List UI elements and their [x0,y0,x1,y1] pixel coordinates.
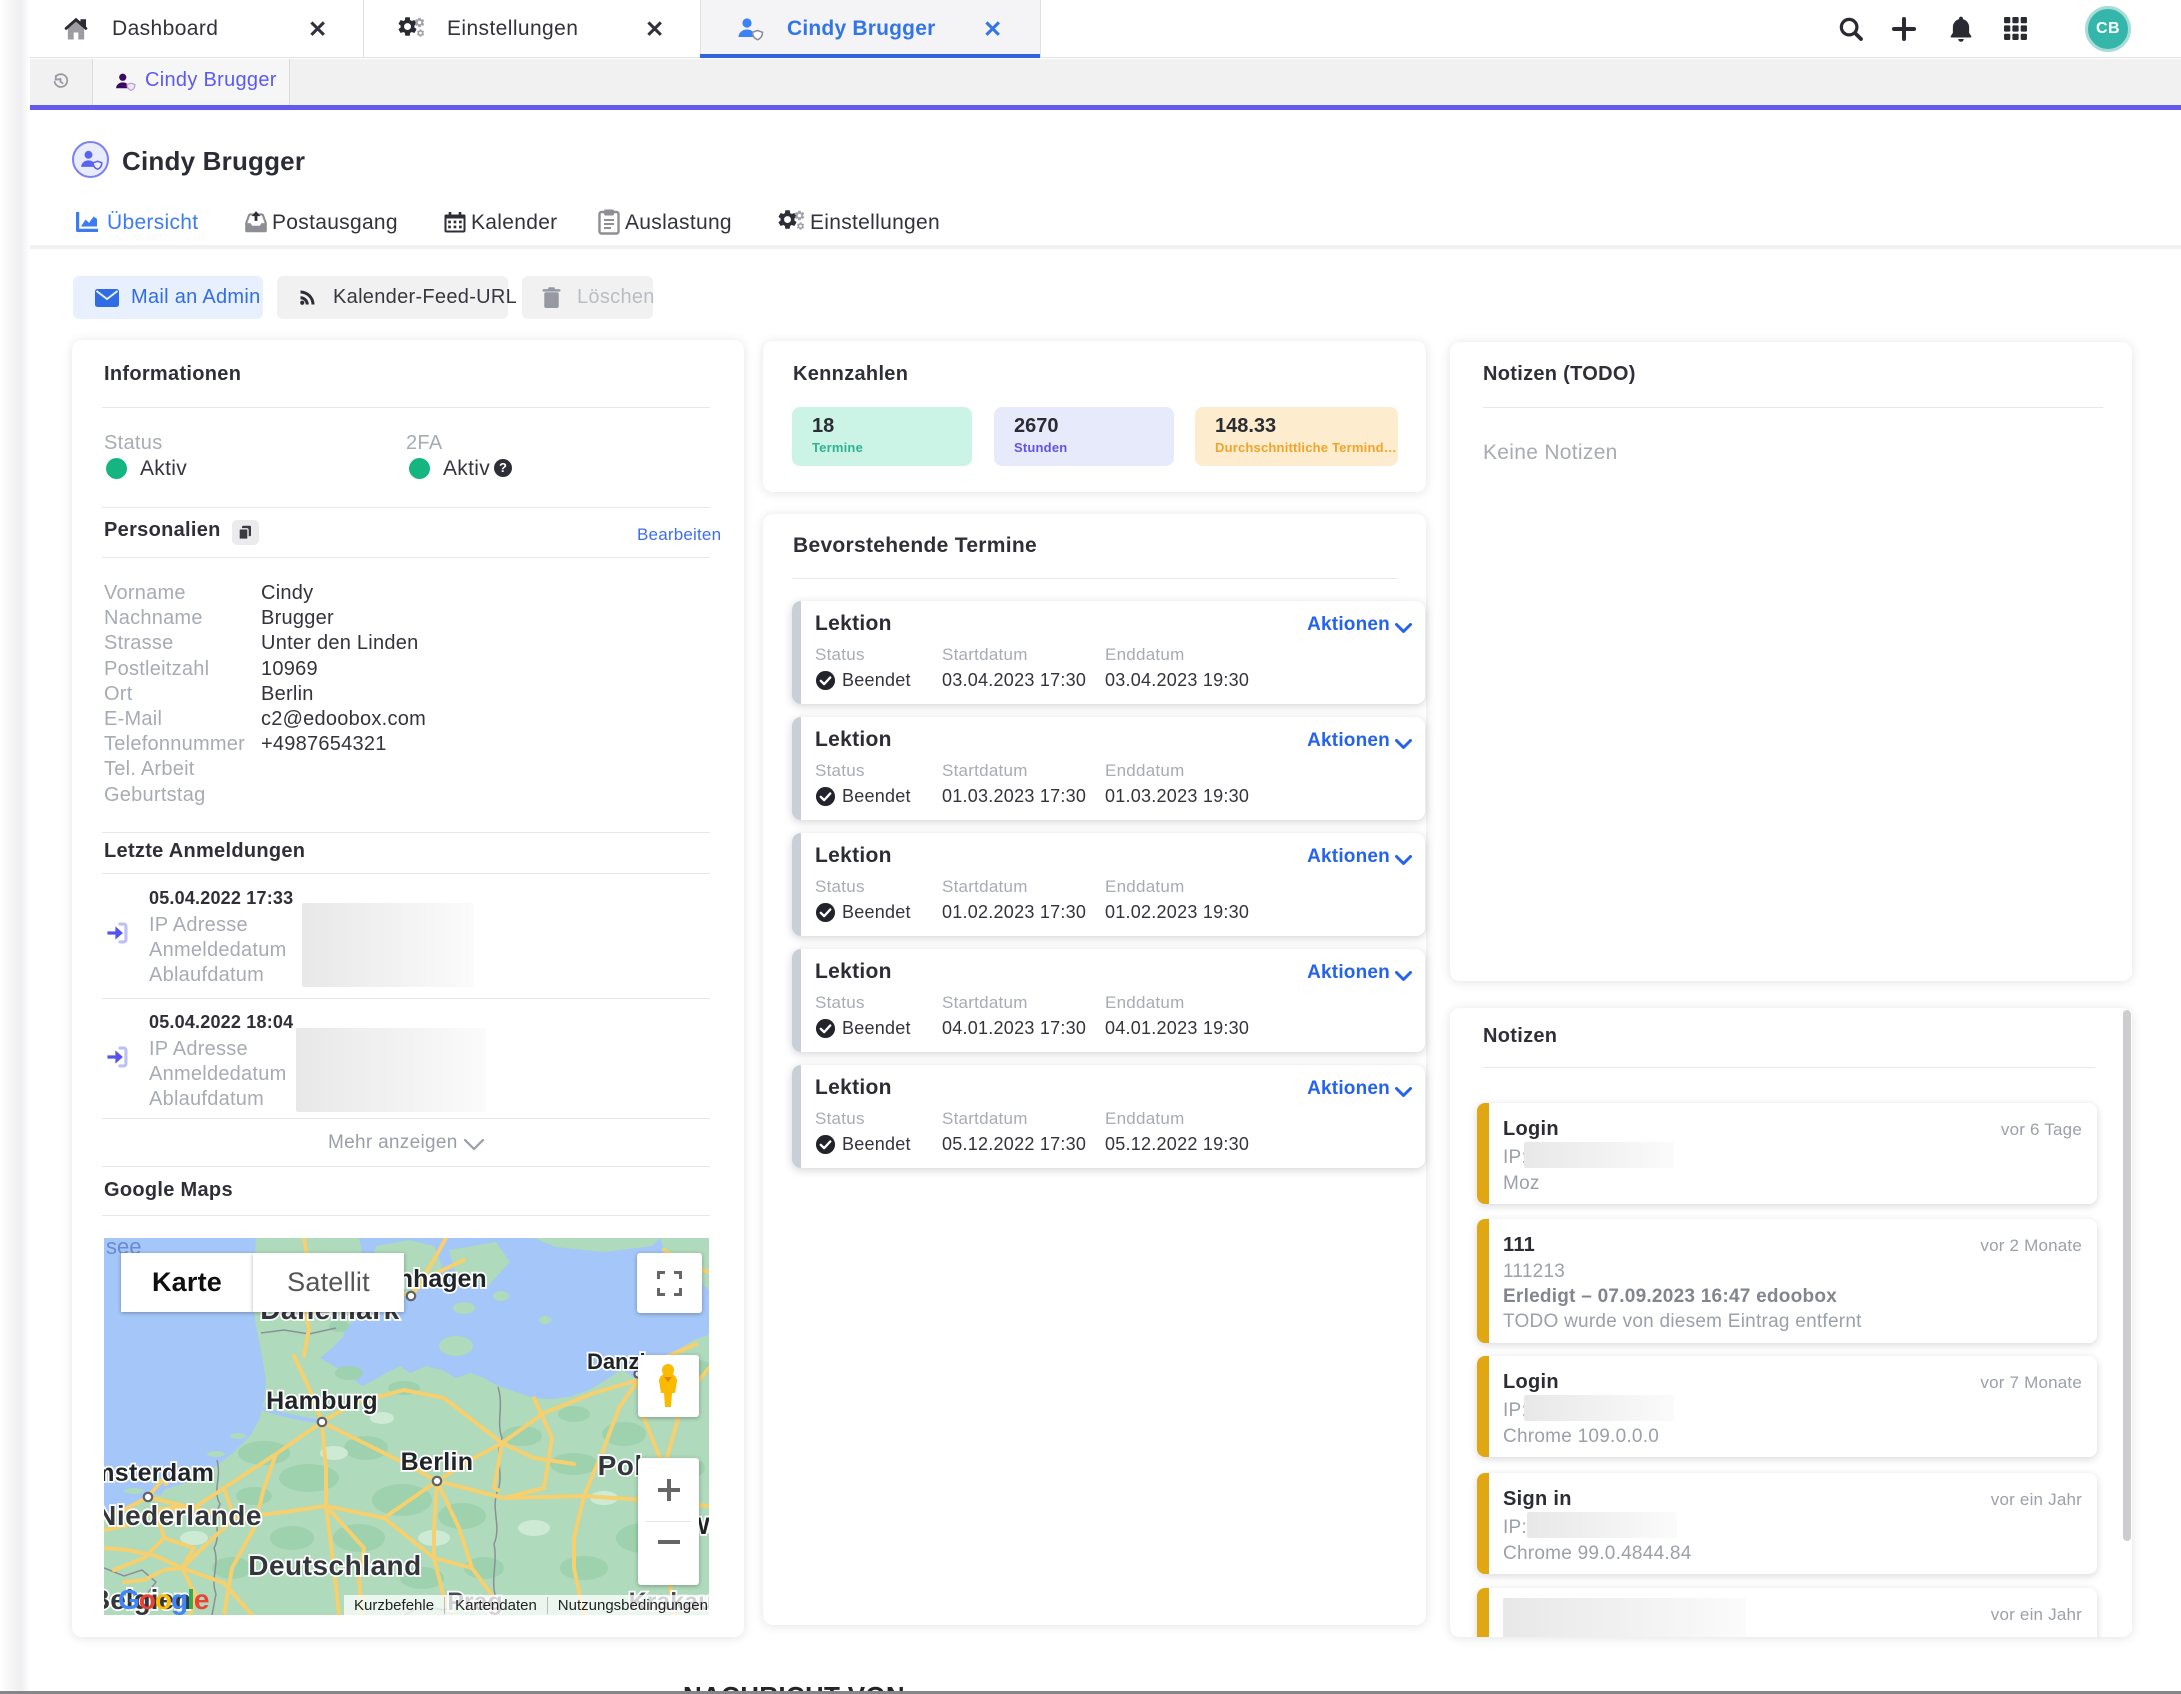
svg-text:Berlin: Berlin [401,1448,474,1476]
svg-text:Niederlande: Niederlande [104,1500,262,1531]
svg-text:Deutschland: Deutschland [248,1550,422,1581]
svg-text:Hamburg: Hamburg [266,1387,378,1415]
svg-text:Amsterdam: Amsterdam [104,1459,214,1487]
